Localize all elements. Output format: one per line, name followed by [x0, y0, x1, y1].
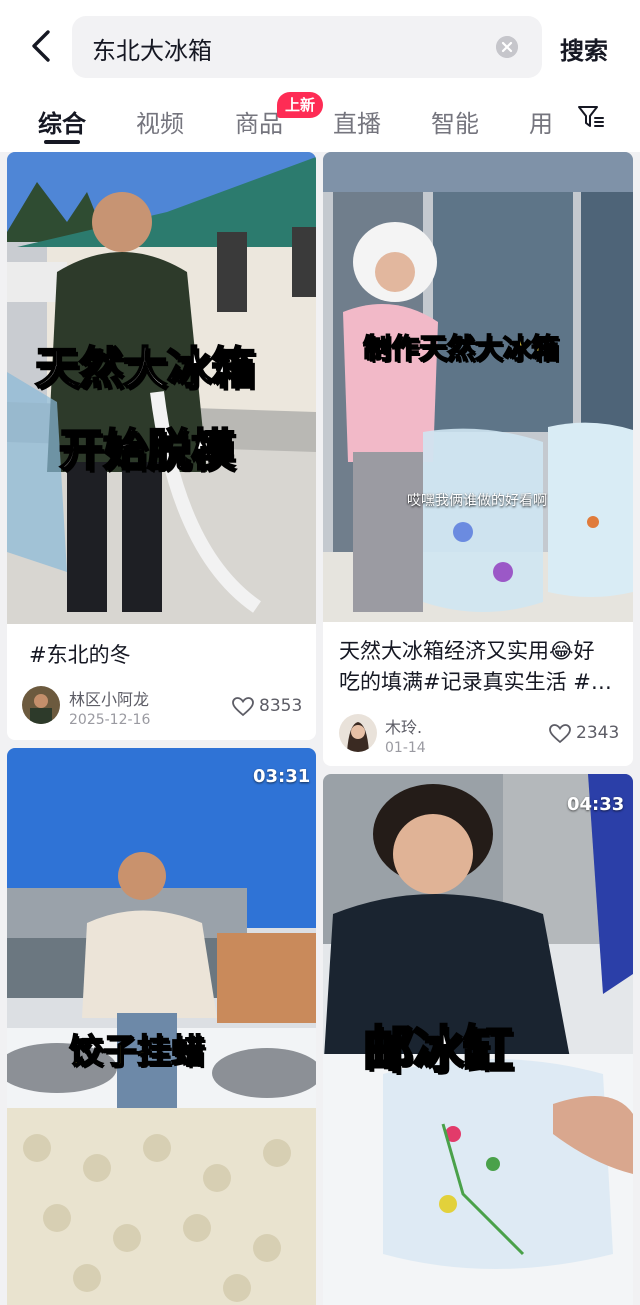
avatar[interactable] — [22, 686, 60, 724]
overlay-title: 饺子挂蜡 — [68, 1031, 206, 1073]
search-header: 东北大冰箱 搜索 — [0, 0, 640, 92]
result-card[interactable]: 制作天然大冰箱 哎嘿我俩谁做的好看啊 天然大冰箱经济又实用😂好 吃的填满#记录真… — [323, 152, 633, 766]
author-name[interactable]: 木玲. — [385, 714, 422, 738]
clear-icon[interactable] — [496, 36, 518, 58]
video-caption-line2[interactable]: 吃的填满#记录真实生活 #… — [339, 667, 629, 698]
video-subtitle: 哎嘿我俩谁做的好看啊 — [407, 493, 547, 509]
post-date: 2025-12-16 — [69, 712, 151, 728]
video-duration: 04:33 — [567, 794, 625, 815]
overlay-title: 邮冰缸 — [362, 1020, 515, 1081]
video-caption-line1[interactable]: 天然大冰箱经济又实用😂好 — [339, 636, 629, 667]
result-card[interactable]: 03:31 饺子挂蜡 — [7, 748, 316, 1305]
search-button[interactable]: 搜索 — [560, 31, 608, 66]
tab-smart[interactable]: 智能 — [431, 104, 479, 139]
filter-icon[interactable] — [576, 102, 606, 132]
video-caption[interactable]: #东北的冬 — [29, 640, 299, 671]
active-tab-indicator — [44, 140, 80, 144]
overlay-title-line2: 开始脱模 — [58, 424, 236, 477]
tab-video[interactable]: 视频 — [136, 104, 184, 139]
result-card[interactable]: 04:33 邮冰缸 — [323, 774, 633, 1305]
heart-icon[interactable] — [549, 724, 571, 744]
avatar[interactable] — [339, 714, 377, 752]
tab-users[interactable]: 用 — [529, 104, 553, 139]
like-count: 2343 — [576, 723, 620, 743]
tab-comprehensive[interactable]: 综合 — [38, 104, 86, 139]
search-query[interactable]: 东北大冰箱 — [92, 31, 212, 66]
like-count: 8353 — [259, 696, 303, 716]
post-date: 01-14 — [385, 740, 426, 756]
search-input[interactable]: 东北大冰箱 — [72, 16, 542, 78]
video-duration: 03:31 — [253, 766, 311, 787]
overlay-title-line1: 天然大冰箱 — [34, 342, 256, 395]
author-name[interactable]: 林区小阿龙 — [69, 686, 149, 710]
result-tabs: 综合 视频 商品 上新 直播 智能 用 — [0, 92, 640, 152]
back-arrow-icon[interactable] — [26, 28, 60, 64]
new-badge: 上新 — [277, 92, 324, 118]
video-thumbnail[interactable] — [323, 152, 633, 622]
heart-icon[interactable] — [232, 697, 254, 717]
tab-products[interactable]: 商品 — [235, 104, 283, 139]
overlay-title: 制作天然大冰箱 — [362, 331, 560, 366]
result-card[interactable]: 天然大冰箱 开始脱模 #东北的冬 林区小阿龙 2025-12-16 8353 — [7, 152, 316, 740]
tab-live[interactable]: 直播 — [333, 104, 381, 139]
